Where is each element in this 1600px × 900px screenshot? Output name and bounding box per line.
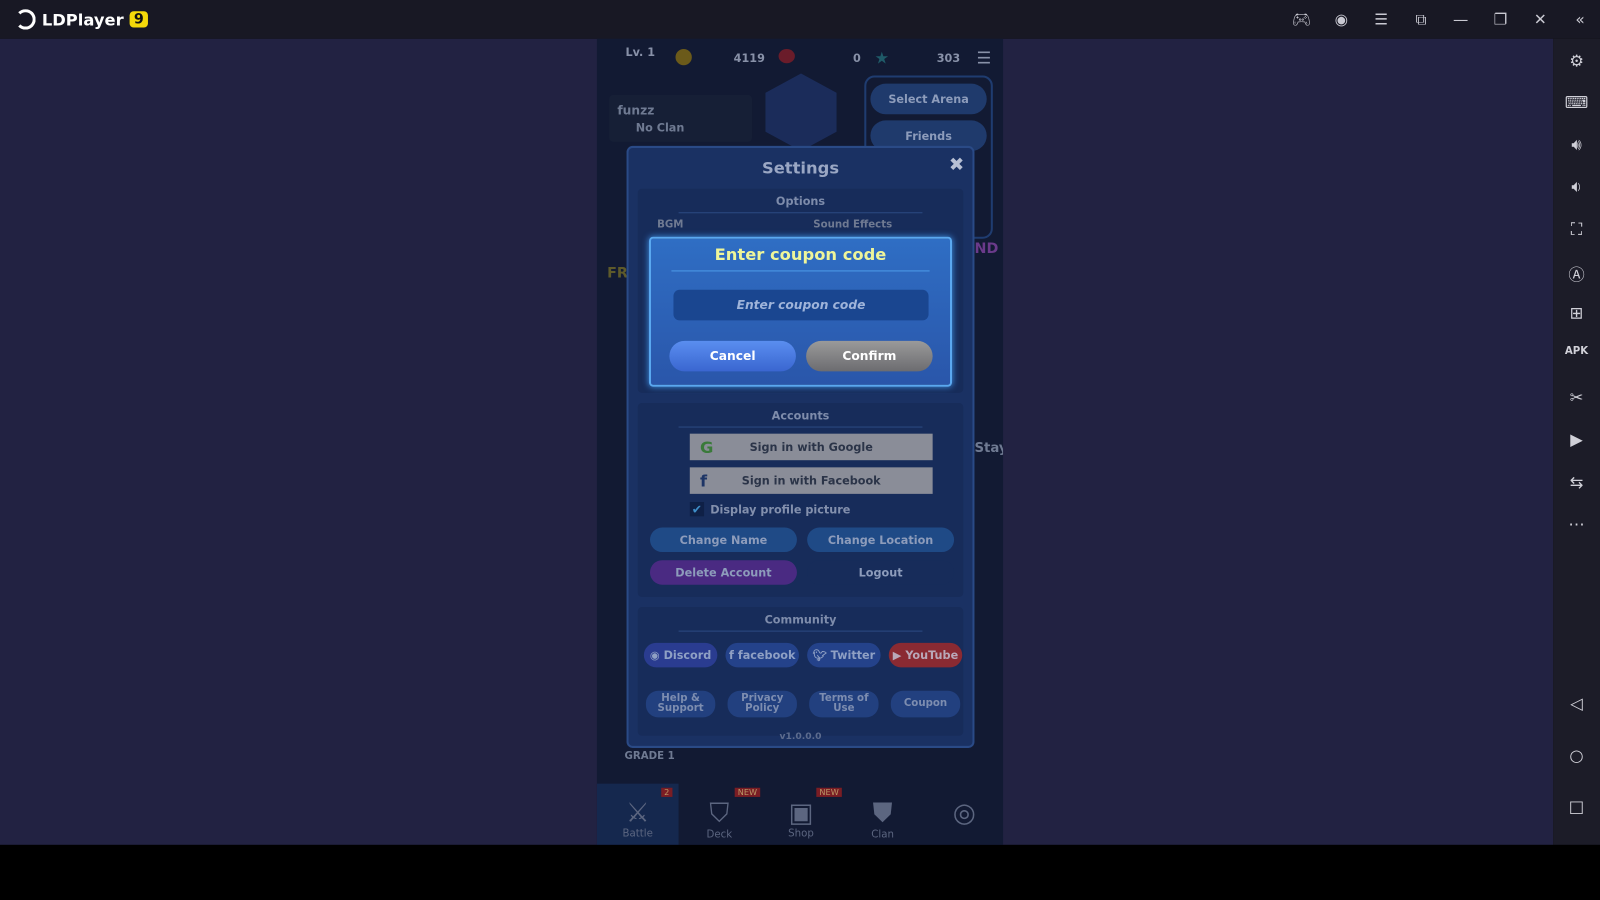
sfx-label: Sound Effects xyxy=(813,219,893,231)
delete-account-button[interactable]: Delete Account xyxy=(649,560,797,585)
game-screen: Lv. 1 4119 0 ★ 303 ☰ funzz No Clan Selec… xyxy=(596,38,1004,845)
close-icon[interactable]: ✕ xyxy=(1520,0,1560,39)
twitter-button[interactable]: 🐦︎ Twitter xyxy=(807,642,881,668)
sync-icon[interactable]: ⧉ xyxy=(1401,0,1441,39)
coupon-link[interactable]: Coupon xyxy=(890,690,961,718)
google-sign-in-button[interactable]: G Sign in with Google xyxy=(689,433,933,461)
gamepad-icon[interactable]: 🎮︎ xyxy=(1282,0,1322,39)
scissors-icon[interactable]: ✂ xyxy=(1553,388,1600,407)
recents-icon[interactable]: □ xyxy=(1553,797,1600,816)
select-arena-button[interactable]: Select Arena xyxy=(870,83,987,115)
ldplayer-logo-icon xyxy=(15,9,36,30)
help-support-link[interactable]: Help & Support xyxy=(645,690,716,718)
bg-text-left: FR xyxy=(607,265,628,282)
grade-label: GRADE 1 xyxy=(624,751,675,763)
auto-icon[interactable]: Ⓐ xyxy=(1553,261,1600,285)
version-label: v1.0.0.0 xyxy=(779,731,822,742)
nav-shop[interactable]: ▣ Shop NEW xyxy=(760,784,842,845)
restore-icon[interactable]: ❐ xyxy=(1481,0,1521,39)
terms-link[interactable]: Terms of Use xyxy=(809,690,879,718)
player-name: funzz xyxy=(617,103,655,118)
level: Lv. 1 xyxy=(625,45,656,60)
nav-deck[interactable]: ⛉ Deck NEW xyxy=(679,784,761,845)
discord-icon: ◉ xyxy=(649,648,664,662)
nav-clan[interactable]: ⛊ Clan xyxy=(842,784,924,845)
bottom-bar xyxy=(0,844,1600,900)
hud: Lv. 1 4119 0 ★ 303 ☰ xyxy=(597,39,1003,80)
nav-media[interactable]: ◎ xyxy=(923,784,1003,845)
youtube-button[interactable]: ▶ YouTube xyxy=(888,642,963,668)
gold-icon xyxy=(675,48,692,66)
community-section: Community ◉ Discord f facebook 🐦︎ Twitte… xyxy=(637,607,964,736)
settings-title: Settings xyxy=(761,158,840,178)
account-icon[interactable]: ◉ xyxy=(1321,0,1361,39)
volume-down-icon[interactable]: 🔉︎ xyxy=(1553,177,1600,197)
cancel-button[interactable]: Cancel xyxy=(669,340,796,372)
facebook-icon: f xyxy=(699,470,708,491)
accounts-section: Accounts G Sign in with Google f Sign in w… xyxy=(637,403,964,597)
coupon-code-input[interactable] xyxy=(673,289,929,321)
minimize-icon[interactable]: — xyxy=(1441,0,1481,39)
star-icon: ★ xyxy=(874,47,890,68)
checkbox-check-icon: ✔ xyxy=(689,502,705,517)
gold-count: 4119 xyxy=(733,52,765,66)
back-icon[interactable]: ◁ xyxy=(1553,694,1600,713)
apk-icon[interactable]: APK xyxy=(1553,346,1600,357)
hamburger-icon[interactable]: ☰ xyxy=(977,48,992,67)
facebook-icon: f xyxy=(729,648,738,662)
change-name-button[interactable]: Change Name xyxy=(649,527,797,553)
discord-button[interactable]: ◉ Discord xyxy=(643,642,718,668)
volume-up-icon[interactable]: 🔊︎ xyxy=(1553,135,1600,155)
coupon-dialog-title: Enter coupon code xyxy=(671,245,930,272)
confirm-button[interactable]: Confirm xyxy=(806,340,933,372)
change-location-button[interactable]: Change Location xyxy=(807,527,955,553)
record-icon[interactable]: ▶ xyxy=(1553,430,1600,449)
bg-text-right: ND xyxy=(974,240,999,258)
clan-name: No Clan xyxy=(635,121,685,135)
version-badge: 9 xyxy=(129,11,148,28)
collapse-sidebar-icon[interactable]: « xyxy=(1560,0,1600,39)
community-heading: Community xyxy=(678,607,923,632)
star-count: 303 xyxy=(936,52,961,66)
home-icon[interactable]: ○ xyxy=(1553,746,1600,765)
logout-button[interactable]: Logout xyxy=(807,560,955,585)
google-icon: G xyxy=(699,437,714,457)
facebook-sign-in-button[interactable]: f Sign in with Facebook xyxy=(689,467,933,494)
emulator-toolbar: ⚙ ⌨ 🔊︎ 🔉︎ ⛶ Ⓐ ⊞ APK ✂ ▶ ⇆ ⋯ ◁ ○ □ xyxy=(1553,38,1600,845)
rank-emblem xyxy=(765,73,837,152)
close-icon[interactable]: ✖ xyxy=(949,154,964,175)
menu-icon[interactable]: ☰ xyxy=(1361,0,1401,39)
screenshot-icon[interactable]: ⛶ xyxy=(1553,219,1600,239)
bg-text-stay: Stay xyxy=(974,440,1003,457)
more-icon[interactable]: ⋯ xyxy=(1553,514,1600,533)
bgm-label: BGM xyxy=(657,219,684,231)
add-window-icon[interactable]: ⊞ xyxy=(1553,303,1600,322)
profile-card[interactable]: funzz No Clan xyxy=(609,94,753,142)
sync-files-icon[interactable]: ⇆ xyxy=(1553,472,1600,491)
options-heading: Options xyxy=(678,189,923,214)
twitter-icon: 🐦︎ xyxy=(812,648,831,662)
title-bar: LDPlayer 9 🎮︎ ◉ ☰ ⧉ — ❐ ✕ « xyxy=(0,0,1600,39)
privacy-policy-link[interactable]: Privacy Policy xyxy=(727,690,797,718)
gem-icon xyxy=(778,48,795,64)
app-name: LDPlayer xyxy=(41,9,124,30)
gem-count: 0 xyxy=(853,52,861,66)
settings-icon[interactable]: ⚙ xyxy=(1553,51,1600,70)
nav-battle[interactable]: ⚔ Battle 2 xyxy=(596,783,679,845)
keyboard-icon[interactable]: ⌨ xyxy=(1553,93,1600,112)
app-logo: LDPlayer 9 xyxy=(15,9,148,30)
accounts-heading: Accounts xyxy=(678,403,923,428)
youtube-icon: ▶ xyxy=(892,648,906,662)
coupon-dialog: Enter coupon code Cancel Confirm xyxy=(648,236,953,387)
facebook-button[interactable]: f facebook xyxy=(725,642,799,668)
display-picture-checkbox[interactable]: ✔ Display profile picture xyxy=(689,502,850,517)
